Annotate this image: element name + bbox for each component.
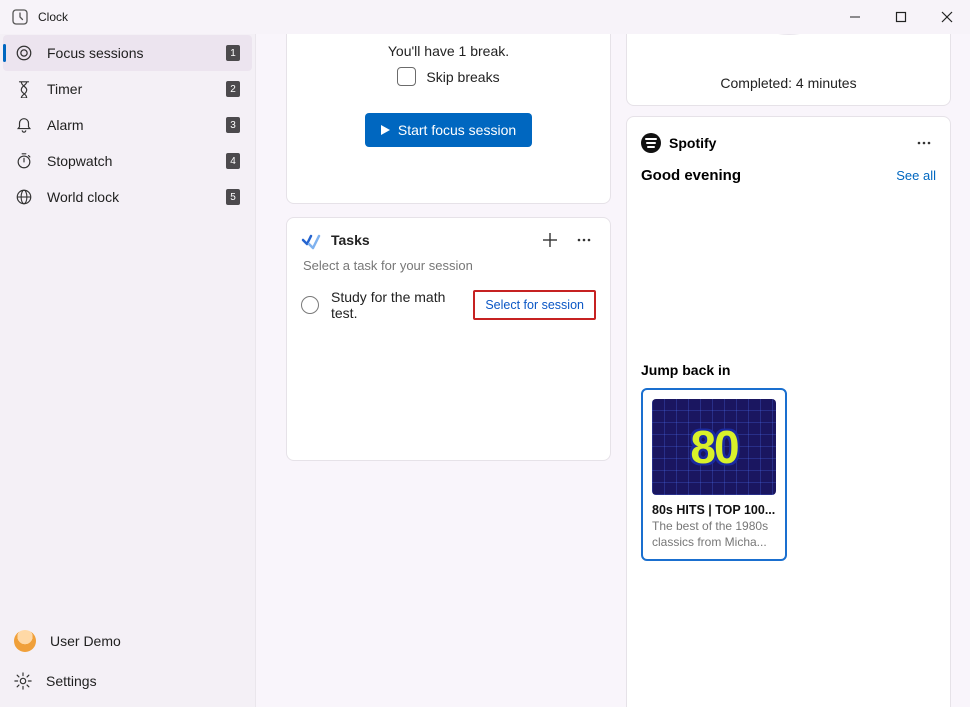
sidebar-item-label: World clock <box>47 189 226 205</box>
task-text[interactable]: Study for the math test. <box>331 289 461 321</box>
sidebar-item-badge: 1 <box>226 45 240 61</box>
tasks-more-button[interactable] <box>572 228 596 252</box>
spotify-more-button[interactable] <box>912 131 936 155</box>
sidebar-item-badge: 3 <box>226 117 240 133</box>
maximize-button[interactable] <box>878 0 924 34</box>
spotify-logo-icon <box>641 133 661 153</box>
playlist-name: 80s HITS | TOP 100... <box>652 503 776 517</box>
title-bar: Clock <box>0 0 970 34</box>
spotify-brand: Spotify <box>669 135 904 151</box>
stopwatch-icon <box>15 152 33 170</box>
sidebar-item-label: Timer <box>47 81 226 97</box>
skip-breaks-checkbox[interactable] <box>397 67 416 86</box>
task-row: Study for the math test. Select for sess… <box>287 281 610 329</box>
sidebar-item-stopwatch[interactable]: Stopwatch 4 <box>3 143 252 179</box>
progress-ring <box>729 34 849 35</box>
task-complete-radio[interactable] <box>301 296 319 314</box>
sidebar: Focus sessions 1 Timer 2 Alarm 3 Stopwat… <box>0 34 256 707</box>
sidebar-item-badge: 2 <box>226 81 240 97</box>
daily-progress-card: Completed: 4 minutes <box>626 34 951 106</box>
title-bar-left: Clock <box>12 9 68 25</box>
see-all-link[interactable]: See all <box>896 168 936 183</box>
playlist-cover-text: 80 <box>690 420 737 474</box>
settings-label: Settings <box>46 673 97 689</box>
settings-button[interactable]: Settings <box>0 661 255 701</box>
select-for-session-button[interactable]: Select for session <box>473 290 596 320</box>
completed-text: Completed: 4 minutes <box>627 75 950 91</box>
skip-breaks-row: Skip breaks <box>397 67 499 86</box>
world-clock-icon <box>15 188 33 206</box>
user-account[interactable]: User Demo <box>0 621 255 661</box>
timer-icon <box>15 80 33 98</box>
playlist-description: The best of the 1980s classics from Mich… <box>652 519 776 550</box>
avatar-icon <box>14 630 36 652</box>
sidebar-item-badge: 4 <box>226 153 240 169</box>
gear-icon <box>14 672 32 690</box>
user-name: User Demo <box>50 633 121 649</box>
tasks-subtitle: Select a task for your session <box>287 258 610 281</box>
alarm-icon <box>15 116 33 134</box>
skip-breaks-label: Skip breaks <box>426 69 499 85</box>
sidebar-item-label: Alarm <box>47 117 226 133</box>
playlist-cover: 80 <box>652 399 776 495</box>
clock-app-icon <box>12 9 28 25</box>
add-task-button[interactable] <box>538 228 562 252</box>
close-button[interactable] <box>924 0 970 34</box>
sidebar-item-focus-sessions[interactable]: Focus sessions 1 <box>3 35 252 71</box>
spotify-greeting: Good evening <box>641 167 741 184</box>
spotify-card: Spotify Good evening See all Jump back i… <box>626 116 951 707</box>
sidebar-item-badge: 5 <box>226 189 240 205</box>
start-focus-session-button[interactable]: Start focus session <box>365 113 532 147</box>
start-button-label: Start focus session <box>398 122 516 138</box>
playlist-tile[interactable]: 80 80s HITS | TOP 100... The best of the… <box>641 388 787 561</box>
focus-session-card: mins You'll have 1 break. Skip breaks St… <box>286 34 611 204</box>
sidebar-item-world-clock[interactable]: World clock 5 <box>3 179 252 215</box>
sidebar-item-alarm[interactable]: Alarm 3 <box>3 107 252 143</box>
minimize-button[interactable] <box>832 0 878 34</box>
focus-sessions-icon <box>15 44 33 62</box>
break-info-text: You'll have 1 break. <box>388 43 509 59</box>
main-content: mins You'll have 1 break. Skip breaks St… <box>256 34 970 707</box>
window-controls <box>832 0 970 34</box>
play-icon <box>381 125 390 135</box>
sidebar-item-label: Focus sessions <box>47 45 226 61</box>
jump-back-in-title: Jump back in <box>641 362 936 378</box>
tasks-title: Tasks <box>331 232 528 248</box>
sidebar-item-label: Stopwatch <box>47 153 226 169</box>
app-title: Clock <box>38 10 68 24</box>
tasks-icon <box>301 230 321 250</box>
sidebar-item-timer[interactable]: Timer 2 <box>3 71 252 107</box>
tasks-card: Tasks Select a task for your session Stu… <box>286 217 611 461</box>
